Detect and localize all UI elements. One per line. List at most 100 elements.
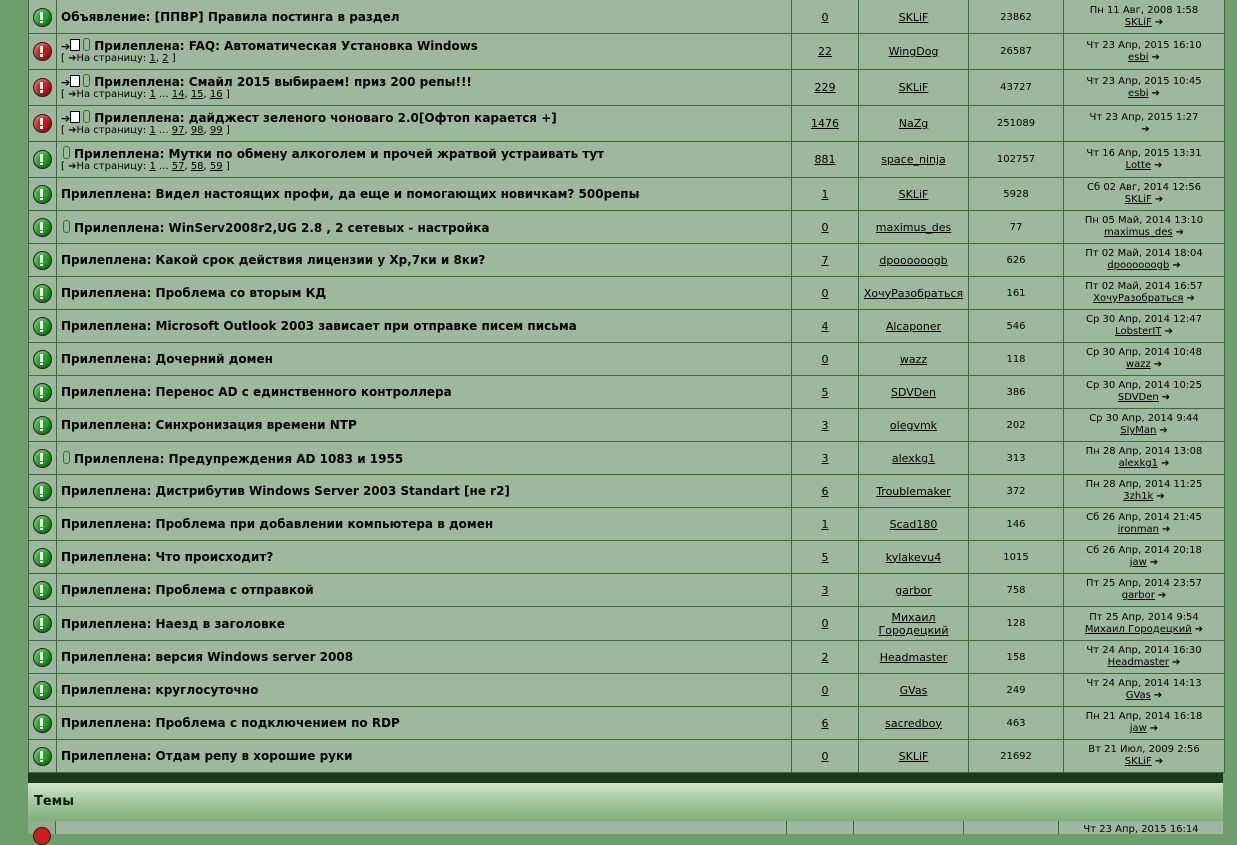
author-link[interactable]: SKLiF — [899, 188, 929, 201]
topic-title-link[interactable]: Прилеплена: Предупреждения AD 1083 и 195… — [74, 452, 403, 466]
view-latest-post-icon[interactable]: ➔ — [1162, 392, 1170, 404]
replies-count-link[interactable]: 4 — [822, 320, 829, 333]
page-link[interactable]: 14 — [172, 89, 185, 100]
topic-title-link[interactable]: Прилеплена: дайджест зеленого чоноваго 2… — [94, 111, 557, 125]
topic-title-link[interactable]: Прилеплена: Перенос AD с единственного к… — [61, 385, 452, 399]
last-post-author-link[interactable]: ironman — [1118, 524, 1159, 535]
view-latest-post-icon[interactable]: ➔ — [1195, 624, 1203, 636]
view-latest-post-icon[interactable]: ➔ — [1161, 458, 1169, 470]
last-post-author-link[interactable]: LobsterIT — [1115, 326, 1161, 337]
replies-count-link[interactable]: 3 — [822, 452, 829, 465]
page-link[interactable]: 99 — [210, 125, 223, 136]
topic-title-link[interactable]: Прилеплена: Проблема с подключением по R… — [61, 716, 400, 730]
view-latest-post-icon[interactable]: ➔ — [1154, 160, 1162, 172]
replies-count-link[interactable]: 0 — [822, 353, 829, 366]
replies-count-link[interactable]: 22 — [818, 45, 832, 58]
topic-title-link[interactable]: Прилеплена: WinServ2008r2,UG 2.8 , 2 сет… — [74, 221, 489, 235]
author-link[interactable]: SDVDen — [891, 386, 936, 399]
author-link[interactable]: olegvmk — [890, 419, 937, 432]
replies-count-link[interactable]: 3 — [822, 584, 829, 597]
page-link[interactable]: 59 — [210, 161, 223, 172]
author-link[interactable]: Михаил Городецкий — [879, 611, 949, 637]
topic-title-link[interactable]: Прилеплена: Что происходит? — [61, 550, 273, 564]
view-latest-post-icon[interactable]: ➔ — [1159, 425, 1167, 437]
page-link[interactable]: 1 — [149, 89, 155, 100]
topic-title-link[interactable]: Прилеплена: Дочерний домен — [61, 352, 273, 366]
page-link[interactable]: 1 — [149, 161, 155, 172]
topic-title-link[interactable]: Прилеплена: Проблема со вторым КД — [61, 286, 326, 300]
view-latest-post-icon[interactable]: ➔ — [1154, 690, 1162, 702]
page-link[interactable]: 15 — [191, 89, 204, 100]
topic-title-link[interactable]: Прилеплена: FAQ: Автоматическая Установк… — [94, 39, 478, 53]
last-post-author-link[interactable]: jaw — [1130, 723, 1147, 734]
last-post-author-link[interactable]: GVas — [1126, 690, 1151, 701]
last-post-author-link[interactable]: Михаил Городецкий — [1085, 624, 1192, 635]
replies-count-link[interactable]: 3 — [822, 419, 829, 432]
topic-title-link[interactable]: Прилеплена: Смайл 2015 выбираем! приз 20… — [94, 75, 472, 89]
replies-count-link[interactable]: 1476 — [811, 117, 839, 130]
author-link[interactable]: garbor — [895, 584, 931, 597]
last-post-author-link[interactable]: 3zh1k — [1123, 491, 1153, 502]
topic-title-link[interactable]: Прилеплена: Наезд в заголовке — [61, 617, 285, 631]
last-post-author-link[interactable]: garbor — [1122, 590, 1155, 601]
topic-title-link[interactable]: Прилеплена: круглосуточно — [61, 683, 258, 697]
view-latest-post-icon[interactable]: ➔ — [1155, 194, 1163, 206]
last-post-author-link[interactable]: esbi — [1128, 88, 1149, 99]
author-link[interactable]: wazz — [900, 353, 927, 366]
page-link[interactable]: 1 — [149, 53, 155, 64]
last-post-author-link[interactable]: dpoooooogb — [1107, 260, 1169, 271]
replies-count-link[interactable]: 0 — [822, 617, 829, 630]
replies-count-link[interactable]: 1 — [822, 188, 829, 201]
topic-title-link[interactable]: Прилеплена: Видел настоящих профи, да ещ… — [61, 187, 639, 201]
page-link[interactable]: 58 — [191, 161, 204, 172]
last-post-author-link[interactable]: alexkg1 — [1119, 458, 1158, 469]
replies-count-link[interactable]: 0 — [822, 684, 829, 697]
replies-count-link[interactable]: 229 — [815, 81, 836, 94]
replies-count-link[interactable]: 5 — [822, 551, 829, 564]
view-latest-post-icon[interactable]: ➔ — [1186, 293, 1194, 305]
view-latest-post-icon[interactable]: ➔ — [1150, 557, 1158, 569]
topic-title-link[interactable]: Прилеплена: Отдам репу в хорошие руки — [61, 749, 353, 763]
view-latest-post-icon[interactable]: ➔ — [1152, 88, 1160, 100]
view-latest-post-icon[interactable]: ➔ — [1154, 359, 1162, 371]
replies-count-link[interactable]: 1 — [822, 518, 829, 531]
view-latest-post-icon[interactable]: ➔ — [1141, 124, 1149, 136]
author-link[interactable]: SKLiF — [899, 750, 929, 763]
page-link[interactable]: 1 — [149, 125, 155, 136]
last-post-author-link[interactable]: SDVDen — [1118, 392, 1159, 403]
page-link[interactable]: 16 — [210, 89, 223, 100]
replies-count-link[interactable]: 6 — [822, 717, 829, 730]
author-link[interactable]: SKLiF — [899, 81, 929, 94]
replies-count-link[interactable]: 0 — [822, 287, 829, 300]
last-post-author-link[interactable]: wazz — [1126, 359, 1151, 370]
view-latest-post-icon[interactable]: ➔ — [1155, 17, 1163, 29]
author-link[interactable]: WingDog — [889, 45, 939, 58]
replies-count-link[interactable]: 0 — [822, 750, 829, 763]
topic-title-link[interactable]: Прилеплена: версия Windows server 2008 — [61, 650, 353, 664]
newest-post-arrow-icon[interactable]: ➔ — [61, 76, 70, 89]
topic-title-link[interactable]: Прилеплена: Синхронизация времени NTP — [61, 418, 357, 432]
author-link[interactable]: SKLiF — [899, 11, 929, 24]
author-link[interactable]: maximus_des — [876, 221, 951, 234]
last-post-author-link[interactable]: jaw — [1130, 557, 1147, 568]
author-link[interactable]: sacredboy — [885, 717, 942, 730]
author-link[interactable]: GVas — [900, 684, 928, 697]
replies-count-link[interactable]: 881 — [815, 153, 836, 166]
author-link[interactable]: Headmaster — [880, 651, 948, 664]
author-link[interactable]: Alcaponer — [886, 320, 941, 333]
topic-title-link[interactable]: Прилеплена: Microsoft Outlook 2003 завис… — [61, 319, 577, 333]
author-link[interactable]: alexkg1 — [892, 452, 935, 465]
view-latest-post-icon[interactable]: ➔ — [1158, 590, 1166, 602]
topic-title-link[interactable]: Прилеплена: Какой срок действия лицензии… — [61, 253, 485, 267]
last-post-author-link[interactable]: Lotte — [1126, 160, 1152, 171]
newest-post-arrow-icon[interactable]: ➔ — [61, 40, 70, 53]
author-link[interactable]: Troublemaker — [876, 485, 951, 498]
replies-count-link[interactable]: 7 — [822, 254, 829, 267]
topic-title-link[interactable]: Прилеплена: Проблема при добавлении комп… — [61, 517, 493, 531]
page-link[interactable]: 97 — [172, 125, 185, 136]
author-link[interactable]: Scad180 — [890, 518, 938, 531]
page-link[interactable]: 98 — [191, 125, 204, 136]
topic-title-link[interactable]: Прилеплена: Мутки по обмену алкоголем и … — [74, 147, 604, 161]
last-post-author-link[interactable]: SKLiF — [1125, 194, 1152, 205]
view-latest-post-icon[interactable]: ➔ — [1156, 491, 1164, 503]
